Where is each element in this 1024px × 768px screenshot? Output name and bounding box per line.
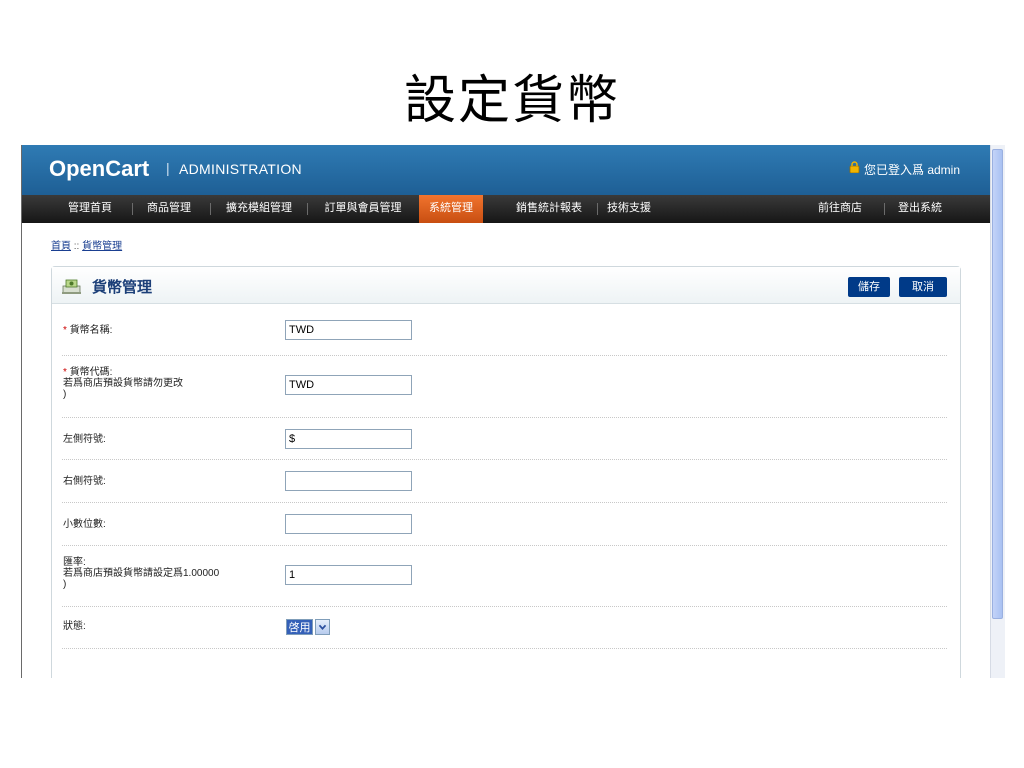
code-label-text: 貨幣代碼: — [69, 367, 113, 378]
exchange-rate-input[interactable] — [285, 565, 412, 585]
menu-item-help[interactable]: 技術支援 — [600, 195, 658, 223]
form-row-status: 狀態: 啓用 — [62, 607, 947, 649]
form-row-symbol-left: 左側符號: — [62, 418, 947, 460]
main-menu: 管理首頁 商品管理 擴充模組管理 訂單與會員管理 系統管理 銷售統計報表 技術支… — [22, 195, 990, 223]
cancel-button[interactable]: 取消 — [899, 277, 947, 297]
status-label: 狀態: — [63, 621, 86, 632]
required-mark: * — [63, 325, 67, 336]
save-button[interactable]: 儲存 — [848, 277, 890, 297]
menu-item-storefront[interactable]: 前往商店 — [812, 195, 868, 223]
form-row-rate: 匯率: 若爲商店預設貨幣請設定爲1.00000 ) — [62, 546, 947, 607]
rate-label: 匯率: 若爲商店預設貨幣請設定爲1.00000 ) — [63, 557, 219, 590]
admin-screenshot: OpenCart | ADMINISTRATION 您已登入爲 admin 管理… — [21, 145, 1005, 678]
currency-code-input[interactable] — [285, 375, 412, 395]
payment-icon — [62, 279, 81, 294]
required-mark: * — [63, 367, 67, 378]
lock-icon — [849, 161, 860, 173]
form-row-decimal-place: 小數位數: — [62, 503, 947, 546]
symbol-right-input[interactable] — [285, 471, 412, 491]
opencart-logo[interactable]: OpenCart — [49, 156, 149, 182]
panel-header: 貨幣管理 儲存 取消 — [52, 267, 960, 304]
menu-divider — [132, 203, 133, 215]
logo-separator: | — [166, 160, 170, 176]
breadcrumb-separator: :: — [71, 241, 83, 252]
rate-label-text: 匯率: — [63, 557, 86, 568]
menu-divider — [884, 203, 885, 215]
symbol-left-label: 左側符號: — [63, 434, 106, 445]
menu-divider — [307, 203, 308, 215]
panel-title: 貨幣管理 — [92, 278, 153, 296]
menu-item-sales[interactable]: 訂單與會員管理 — [314, 195, 412, 223]
title-label: * 貨幣名稱: — [63, 325, 112, 336]
logged-in-status: 您已登入爲 admin — [864, 163, 961, 177]
symbol-left-input[interactable] — [285, 429, 412, 449]
administration-label: ADMINISTRATION — [179, 161, 302, 177]
menu-divider — [210, 203, 211, 215]
symbol-right-label: 右側符號: — [63, 476, 106, 487]
breadcrumb: 首頁 :: 貨幣管理 — [51, 237, 122, 252]
code-help-close: ) — [63, 389, 67, 400]
menu-item-home[interactable]: 管理首頁 — [61, 195, 119, 223]
decimal-place-label: 小數位數: — [63, 519, 106, 530]
breadcrumb-home-link[interactable]: 首頁 — [51, 241, 71, 252]
decimal-place-input[interactable] — [285, 514, 412, 534]
form-row-code: * 貨幣代碼: 若爲商店預設貨幣請勿更改 ) — [62, 356, 947, 418]
rate-help-close: ) — [63, 579, 67, 590]
menu-item-catalog[interactable]: 商品管理 — [140, 195, 198, 223]
status-selected-value[interactable]: 啓用 — [286, 619, 313, 635]
rate-help-text: 若爲商店預設貨幣請設定爲1.00000 — [63, 568, 220, 579]
scrollbar-thumb[interactable] — [992, 149, 1003, 619]
menu-item-logout[interactable]: 登出系統 — [892, 195, 948, 223]
admin-header: OpenCart | ADMINISTRATION 您已登入爲 admin — [22, 145, 990, 195]
menu-item-system[interactable]: 系統管理 — [419, 195, 483, 223]
code-help-text: 若爲商店預設貨幣請勿更改 — [63, 378, 183, 389]
chevron-down-icon[interactable] — [315, 619, 330, 635]
title-label-text: 貨幣名稱: — [69, 325, 113, 336]
slide-title: 設定貨幣 — [403, 71, 620, 131]
form-row-title: * 貨幣名稱: — [62, 304, 947, 356]
menu-divider — [597, 203, 598, 215]
menu-item-extensions[interactable]: 擴充模組管理 — [216, 195, 302, 223]
breadcrumb-currency-link[interactable]: 貨幣管理 — [82, 241, 122, 252]
form-row-symbol-right: 右側符號: — [62, 460, 947, 503]
currency-title-input[interactable] — [285, 320, 412, 340]
currency-panel: 貨幣管理 儲存 取消 * 貨幣名稱: * 貨幣代碼: 若爲商店預設貨幣請勿更改 … — [51, 266, 961, 678]
code-label: * 貨幣代碼: 若爲商店預設貨幣請勿更改 ) — [63, 367, 183, 400]
menu-item-reports[interactable]: 銷售統計報表 — [505, 195, 593, 223]
